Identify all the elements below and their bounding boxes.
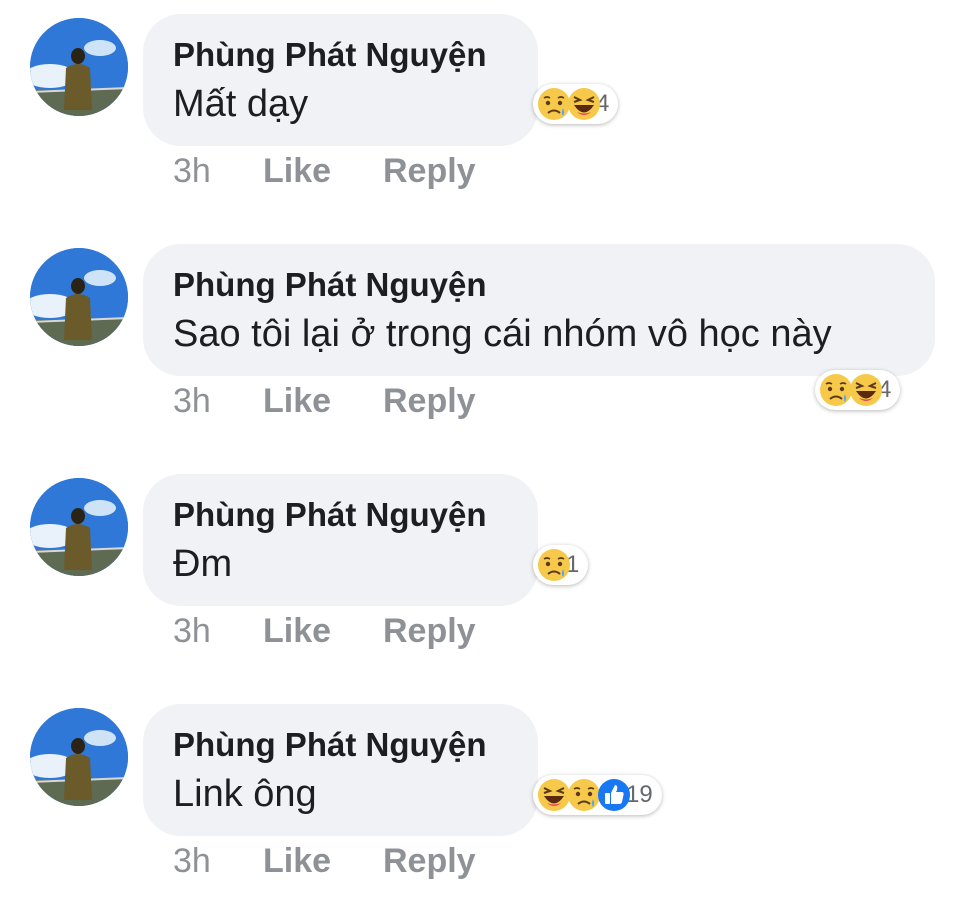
- haha-emoji-icon: [566, 86, 602, 122]
- avatar[interactable]: [30, 248, 128, 346]
- comment-bubble: Phùng Phát Nguyện Link ông: [143, 704, 538, 836]
- comment-timestamp[interactable]: 3h: [173, 612, 211, 651]
- comment-text: Đm: [173, 543, 233, 585]
- like-link[interactable]: Like: [263, 842, 331, 881]
- like-link[interactable]: Like: [263, 152, 331, 191]
- avatar[interactable]: [30, 18, 128, 116]
- reactions-summary[interactable]: 4: [533, 84, 619, 124]
- reactions-summary[interactable]: 1: [533, 545, 589, 585]
- comment: Phùng Phát Nguyện Link ông 19 3h Like Re…: [0, 690, 960, 920]
- comment-author[interactable]: Phùng Phát Nguyện: [173, 34, 508, 76]
- comment-bubble: Phùng Phát Nguyện Mất dạy: [143, 14, 538, 146]
- avatar[interactable]: [30, 478, 128, 576]
- haha-emoji-icon: [848, 372, 884, 408]
- reactions-summary[interactable]: 19: [533, 775, 662, 815]
- like-link[interactable]: Like: [263, 612, 331, 651]
- comment-bubble: Phùng Phát Nguyện Đm: [143, 474, 538, 606]
- reply-link[interactable]: Reply: [383, 152, 476, 191]
- sad-emoji-icon: [536, 547, 572, 583]
- reply-link[interactable]: Reply: [383, 382, 476, 421]
- comment-timestamp[interactable]: 3h: [173, 842, 211, 881]
- comment-timestamp[interactable]: 3h: [173, 152, 211, 191]
- comment-text: Sao tôi lại ở trong cái nhóm vô học này: [173, 313, 832, 355]
- comment: Phùng Phát Nguyện Mất dạy 4 3h Like Repl…: [0, 0, 960, 230]
- comment-text: Mất dạy: [173, 83, 309, 125]
- comment-author[interactable]: Phùng Phát Nguyện: [173, 494, 508, 536]
- avatar[interactable]: [30, 708, 128, 806]
- reply-link[interactable]: Reply: [383, 842, 476, 881]
- comment-bubble: Phùng Phát Nguyện Sao tôi lại ở trong cá…: [143, 244, 935, 376]
- comment-author[interactable]: Phùng Phát Nguyện: [173, 724, 508, 766]
- like-reaction-icon: [596, 777, 632, 813]
- comment: Phùng Phát Nguyện Sao tôi lại ở trong cá…: [0, 230, 960, 460]
- reactions-summary[interactable]: 4: [815, 370, 901, 410]
- reply-link[interactable]: Reply: [383, 612, 476, 651]
- comment-text: Link ông: [173, 773, 317, 815]
- comment-author[interactable]: Phùng Phát Nguyện: [173, 264, 905, 306]
- comment-timestamp[interactable]: 3h: [173, 382, 211, 421]
- comment: Phùng Phát Nguyện Đm 1 3h Like Reply: [0, 460, 960, 690]
- like-link[interactable]: Like: [263, 382, 331, 421]
